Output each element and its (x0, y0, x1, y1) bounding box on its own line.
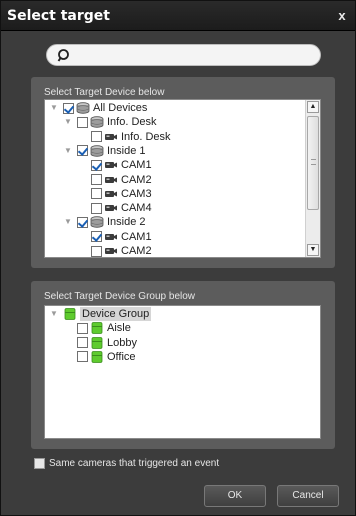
tree-row-label: Aisle (107, 322, 131, 335)
search-icon (57, 49, 69, 62)
server-icon (90, 145, 104, 157)
scroll-thumb[interactable] (307, 116, 319, 210)
tree-checkbox[interactable] (77, 322, 88, 334)
tree-checkbox[interactable] (77, 116, 88, 128)
tree-row[interactable]: ▼ Device Group (49, 307, 152, 321)
device-tree-scrollbar[interactable]: ▲ ▼ (305, 100, 320, 257)
scroll-down-button[interactable]: ▼ (307, 244, 319, 256)
tree-row-label: Office (107, 350, 136, 363)
same-cameras-checkbox[interactable] (34, 458, 45, 469)
tree-row[interactable]: CAM1 (77, 230, 152, 244)
group-tree[interactable]: ▼ Device Group Aisle Lobby Office (44, 305, 321, 439)
same-cameras-option[interactable]: Same cameras that triggered an event (34, 458, 219, 469)
camera-icon (104, 231, 118, 243)
device-tree[interactable]: ▲ ▼ ▼ All Devices ▼ Info. Desk Info. Desk ▼ In… (44, 99, 321, 258)
tree-checkbox[interactable] (91, 245, 102, 257)
tree-row[interactable]: Info. Desk (77, 130, 171, 144)
tree-row-label: Info. Desk (121, 130, 171, 143)
group-icon (90, 336, 104, 349)
scroll-up-button[interactable]: ▲ (307, 101, 319, 113)
group-panel-label: Select Target Device Group below (44, 291, 196, 302)
tree-checkbox[interactable] (91, 188, 102, 200)
tree-row-label: CAM4 (121, 202, 152, 215)
tree-row[interactable]: ▼ All Devices (49, 101, 147, 115)
tree-row-label: Inside 2 (107, 216, 146, 229)
server-icon (90, 216, 104, 229)
camera-icon (104, 188, 118, 200)
camera-icon (104, 174, 118, 186)
tree-checkbox[interactable] (77, 337, 88, 349)
title-bar[interactable]: Select target x (1, 1, 355, 31)
tree-checkbox[interactable] (77, 351, 88, 363)
server-icon (90, 116, 104, 128)
group-icon (63, 308, 77, 320)
tree-row[interactable]: ▼ Info. Desk (63, 115, 157, 129)
tree-checkbox[interactable] (91, 131, 102, 143)
tree-checkbox[interactable] (77, 216, 88, 228)
group-icon (90, 322, 104, 335)
tree-row-label: Device Group (80, 307, 152, 321)
tree-row-label: CAM2 (121, 173, 152, 186)
tree-row[interactable]: CAM4 (77, 201, 152, 215)
cancel-button[interactable]: Cancel (277, 485, 339, 507)
tree-row[interactable]: ▼ Inside 1 (63, 144, 146, 158)
camera-icon (104, 131, 118, 143)
search-box[interactable] (46, 44, 321, 66)
expand-arrow-icon[interactable]: ▼ (63, 217, 73, 227)
tree-row[interactable]: Lobby (63, 336, 137, 350)
tree-row[interactable]: Office (63, 350, 136, 364)
device-panel: Select Target Device below ▲ ▼ ▼ All Devi… (31, 77, 335, 268)
select-target-dialog: Select target x Select Target Device bel… (0, 0, 356, 516)
camera-icon (104, 245, 118, 257)
camera-icon (104, 202, 118, 214)
close-button[interactable]: x (335, 9, 349, 23)
group-icon (90, 350, 104, 363)
camera-icon (104, 159, 118, 171)
tree-checkbox[interactable] (91, 159, 102, 171)
tree-row-label: CAM2 (121, 245, 152, 257)
tree-row-label: All Devices (93, 102, 148, 114)
tree-row[interactable]: ▼ Inside 2 (63, 215, 146, 229)
tree-checkbox[interactable] (91, 202, 102, 214)
expand-arrow-icon[interactable]: ▼ (49, 309, 59, 319)
tree-checkbox[interactable] (91, 231, 102, 243)
tree-row-label: Info. Desk (107, 116, 157, 129)
ok-button[interactable]: OK (204, 485, 266, 507)
tree-row[interactable]: CAM1 (77, 158, 152, 172)
tree-row[interactable]: CAM3 (77, 187, 152, 201)
same-cameras-label: Same cameras that triggered an event (49, 458, 220, 469)
scroll-grip (311, 159, 316, 165)
expand-arrow-icon[interactable]: ▼ (63, 146, 73, 156)
tree-row-label: CAM1 (121, 159, 152, 172)
tree-row-label: Inside 1 (107, 144, 146, 157)
tree-checkbox[interactable] (91, 174, 102, 185)
tree-row[interactable]: CAM2 (77, 244, 152, 257)
group-panel: Select Target Device Group below ▼ Device… (31, 281, 335, 449)
tree-row-label: CAM3 (121, 187, 152, 200)
tree-row[interactable]: CAM2 (77, 173, 152, 187)
expand-arrow-icon[interactable]: ▼ (49, 103, 59, 113)
dialog-title: Select target (7, 8, 110, 24)
search-input[interactable] (75, 47, 310, 63)
server-icon (76, 102, 90, 114)
tree-row-label: Lobby (107, 336, 137, 349)
tree-row[interactable]: Aisle (63, 321, 131, 335)
tree-checkbox[interactable] (77, 145, 88, 157)
device-panel-label: Select Target Device below (44, 87, 165, 98)
tree-row-label: CAM1 (121, 230, 152, 243)
tree-checkbox[interactable] (63, 102, 74, 114)
expand-arrow-icon[interactable]: ▼ (63, 117, 73, 127)
